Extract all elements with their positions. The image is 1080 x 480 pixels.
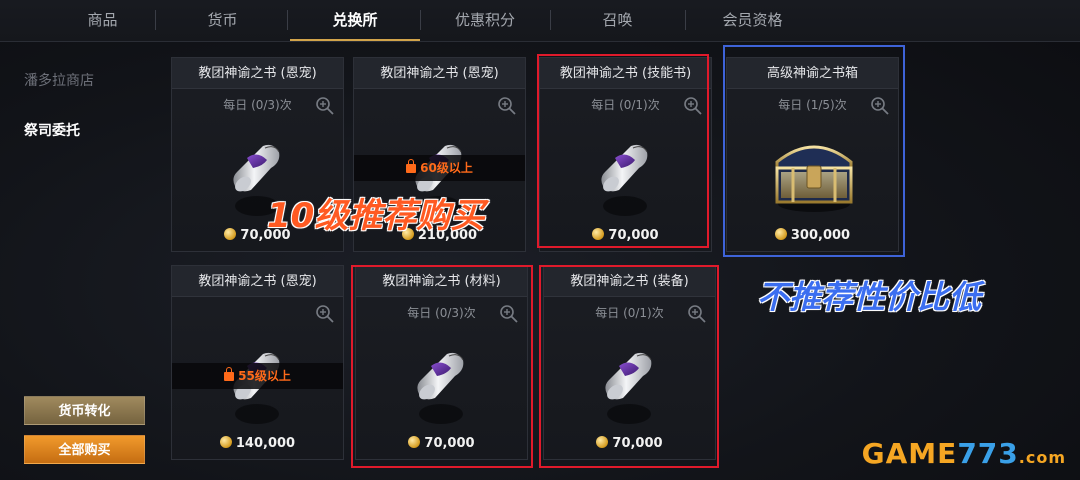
tab-divider: [155, 10, 156, 30]
top-tab-bar: 商品 货币 兑换所 优惠积分 召唤 会员资格: [0, 0, 1080, 42]
tab-membership[interactable]: 会员资格: [685, 0, 820, 41]
price-value: 140,000: [235, 436, 296, 451]
highlight-box-red: [539, 265, 719, 468]
card-title: 教团神谕之书 (恩宠): [172, 58, 343, 89]
buy-all-button[interactable]: 全部购买: [24, 435, 145, 464]
level-lock-band: 60级以上: [354, 155, 525, 181]
card-title: 教团神谕之书 (恩宠): [354, 58, 525, 89]
watermark-game: GAME: [861, 437, 958, 470]
level-requirement: 55级以上: [238, 369, 291, 383]
highlight-box-blue: [723, 45, 905, 257]
recommend-annotation: 10级推荐购买: [267, 196, 485, 236]
zoom-icon[interactable]: [497, 96, 517, 116]
level-requirement: 60级以上: [420, 161, 473, 175]
watermark-domain: .com: [1018, 448, 1066, 467]
zoom-icon[interactable]: [315, 96, 335, 116]
sidebar-item-pandora-shop[interactable]: 潘多拉商店: [24, 70, 94, 90]
highlight-box-red: [537, 54, 709, 248]
price-label: 140,000: [172, 436, 343, 451]
tab-currency[interactable]: 货币: [170, 0, 275, 41]
level-lock-band: 55级以上: [172, 363, 343, 389]
tab-divider: [287, 10, 288, 30]
zoom-icon[interactable]: [315, 304, 335, 324]
coin-icon: [224, 228, 237, 240]
shop-card[interactable]: 教团神谕之书 (恩宠) 55级以上 140,000: [171, 265, 344, 460]
tab-exchange[interactable]: 兑换所: [290, 0, 420, 41]
tab-goods[interactable]: 商品: [50, 0, 155, 41]
currency-convert-button[interactable]: 货币转化: [24, 396, 145, 425]
watermark-logo: GAME773.com: [862, 437, 1066, 470]
watermark-number: 773: [957, 437, 1019, 470]
coin-icon: [219, 436, 232, 448]
not-recommend-annotation: 不推荐性价比低: [757, 278, 982, 316]
highlight-box-red: [351, 265, 533, 468]
tab-summon[interactable]: 召唤: [550, 0, 685, 41]
lock-icon: [224, 367, 235, 381]
lock-icon: [406, 159, 417, 173]
sidebar-item-priest-commission[interactable]: 祭司委托: [24, 120, 80, 140]
card-title: 教团神谕之书 (恩宠): [172, 266, 343, 297]
tab-discount-points[interactable]: 优惠积分: [420, 0, 550, 41]
